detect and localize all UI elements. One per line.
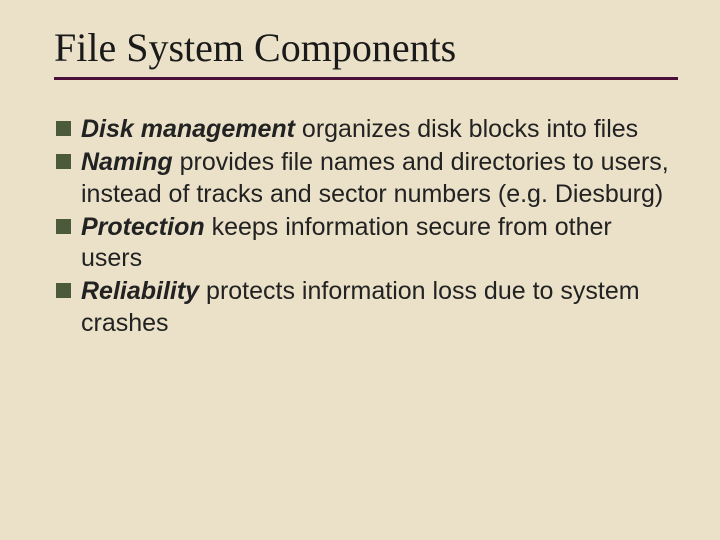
slide-body: Disk management organizes disk blocks in…	[48, 114, 672, 339]
bullet-term: Reliability	[81, 277, 199, 305]
slide-title: File System Components	[48, 24, 672, 71]
slide: File System Components Disk management o…	[0, 0, 720, 540]
bullet-text: Naming provides file names and directori…	[81, 147, 672, 210]
bullet-term: Naming	[81, 148, 173, 176]
bullet-text: Protection keeps information secure from…	[81, 212, 672, 275]
bullet-rest: organizes disk blocks into files	[295, 115, 638, 143]
bullet-term: Protection	[81, 213, 205, 241]
list-item: Reliability protects information loss du…	[56, 276, 672, 339]
list-item: Naming provides file names and directori…	[56, 147, 672, 210]
bullet-text: Reliability protects information loss du…	[81, 276, 672, 339]
bullet-square-icon	[56, 121, 71, 136]
bullet-square-icon	[56, 154, 71, 169]
list-item: Disk management organizes disk blocks in…	[56, 114, 672, 145]
title-underline	[54, 77, 678, 80]
list-item: Protection keeps information secure from…	[56, 212, 672, 275]
bullet-square-icon	[56, 219, 71, 234]
bullet-text: Disk management organizes disk blocks in…	[81, 114, 672, 145]
bullet-square-icon	[56, 283, 71, 298]
bullet-term: Disk management	[81, 115, 295, 143]
